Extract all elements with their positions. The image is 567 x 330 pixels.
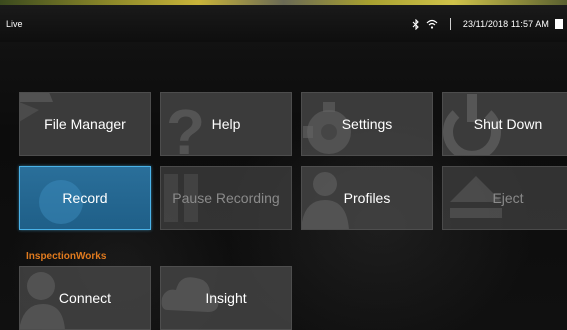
settings-label: Settings: [341, 116, 393, 132]
wifi-icon: [426, 19, 438, 29]
inspectionworks-section-label: InspectionWorks: [26, 251, 107, 262]
pause-recording-button[interactable]: Pause Recording: [160, 166, 292, 230]
file-manager-button[interactable]: File Manager: [19, 92, 151, 156]
live-mode-label: Live: [6, 19, 23, 29]
insight-label: Insight: [205, 290, 247, 306]
svg-text:?: ?: [166, 96, 205, 156]
help-label: Help: [211, 116, 241, 132]
settings-button[interactable]: Settings: [301, 92, 433, 156]
profiles-label: Profiles: [343, 190, 391, 206]
status-right-group: 23/11/2018 11:57 AM: [412, 17, 563, 31]
bluetooth-icon: [412, 18, 420, 30]
battery-icon: [555, 19, 563, 29]
record-button[interactable]: Record: [19, 166, 151, 230]
help-button[interactable]: ? Help: [160, 92, 292, 156]
pause-recording-label: Pause Recording: [172, 190, 280, 206]
connect-button[interactable]: Connect: [19, 266, 151, 330]
profiles-button[interactable]: Profiles: [301, 166, 433, 230]
record-label: Record: [62, 190, 108, 206]
datetime-readout: 23/11/2018 11:57 AM: [462, 19, 549, 29]
shut-down-button[interactable]: Shut Down: [442, 92, 567, 156]
shut-down-label: Shut Down: [473, 116, 543, 132]
insight-button[interactable]: Insight: [160, 266, 292, 330]
eject-label: Eject: [492, 190, 524, 206]
status-bar: Live 23/11/2018 11:57 AM: [0, 5, 567, 42]
connect-label: Connect: [58, 290, 112, 306]
eject-button[interactable]: Eject: [442, 166, 567, 230]
status-divider: [449, 18, 451, 30]
file-manager-label: File Manager: [44, 116, 126, 132]
